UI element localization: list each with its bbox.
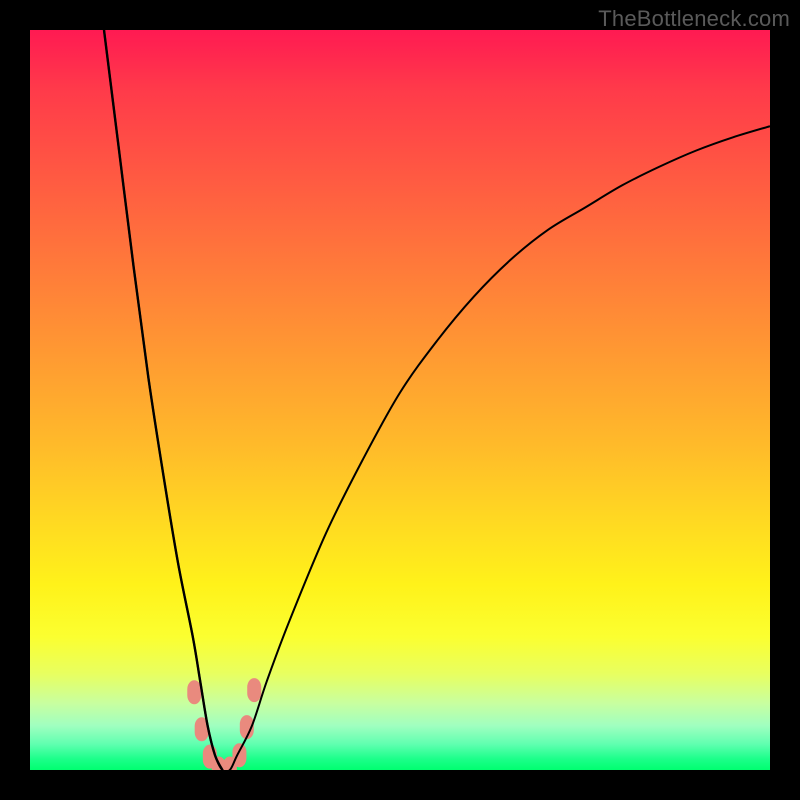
data-marker [187,680,201,704]
chart-frame: TheBottleneck.com [0,0,800,800]
marker-group [187,678,261,770]
plot-area [30,30,770,770]
data-marker [232,743,246,767]
data-marker [247,678,261,702]
watermark-text: TheBottleneck.com [598,6,790,32]
curve-svg [30,30,770,770]
curve-path-left [104,30,222,770]
curve-path [104,30,770,770]
